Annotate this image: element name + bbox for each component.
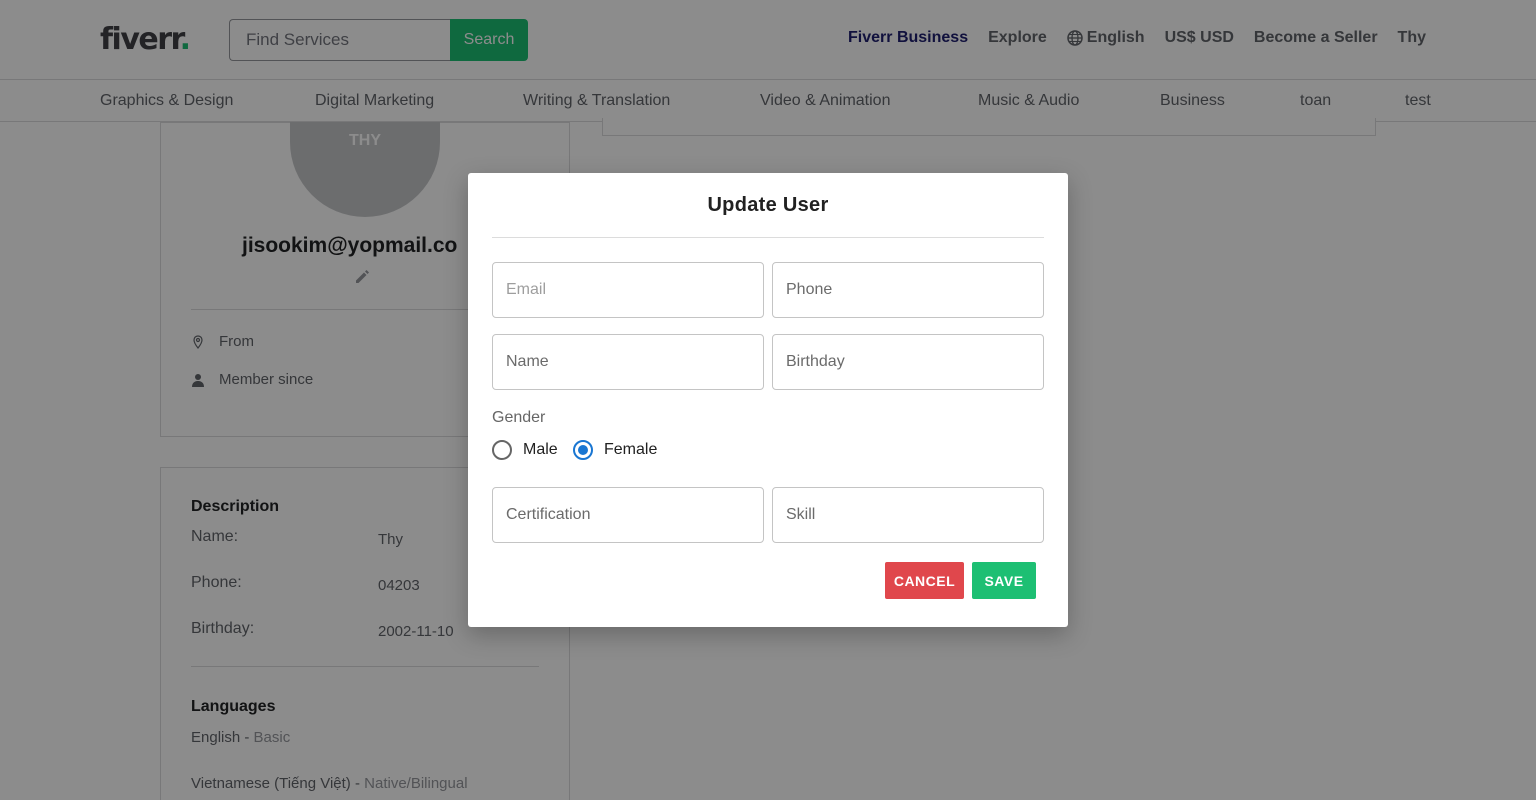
birthday-field[interactable]	[772, 334, 1044, 390]
update-user-modal: Update User Gender Male Female CANCEL SA…	[468, 173, 1068, 627]
radio-checked-icon	[573, 440, 593, 460]
email-field[interactable]	[492, 262, 764, 318]
radio-unchecked-icon	[492, 440, 512, 460]
gender-male-label: Male	[523, 441, 558, 458]
modal-divider	[492, 237, 1044, 238]
gender-female-radio[interactable]: Female	[573, 440, 657, 460]
name-field[interactable]	[492, 334, 764, 390]
phone-field[interactable]	[772, 262, 1044, 318]
modal-title: Update User	[707, 194, 829, 216]
gender-female-label: Female	[604, 441, 658, 458]
certification-field[interactable]	[492, 487, 764, 543]
save-button[interactable]: SAVE	[972, 562, 1036, 599]
gender-male-radio[interactable]: Male	[492, 440, 558, 460]
skill-field[interactable]	[772, 487, 1044, 543]
cancel-button[interactable]: CANCEL	[885, 562, 964, 599]
gender-label: Gender	[492, 409, 546, 426]
